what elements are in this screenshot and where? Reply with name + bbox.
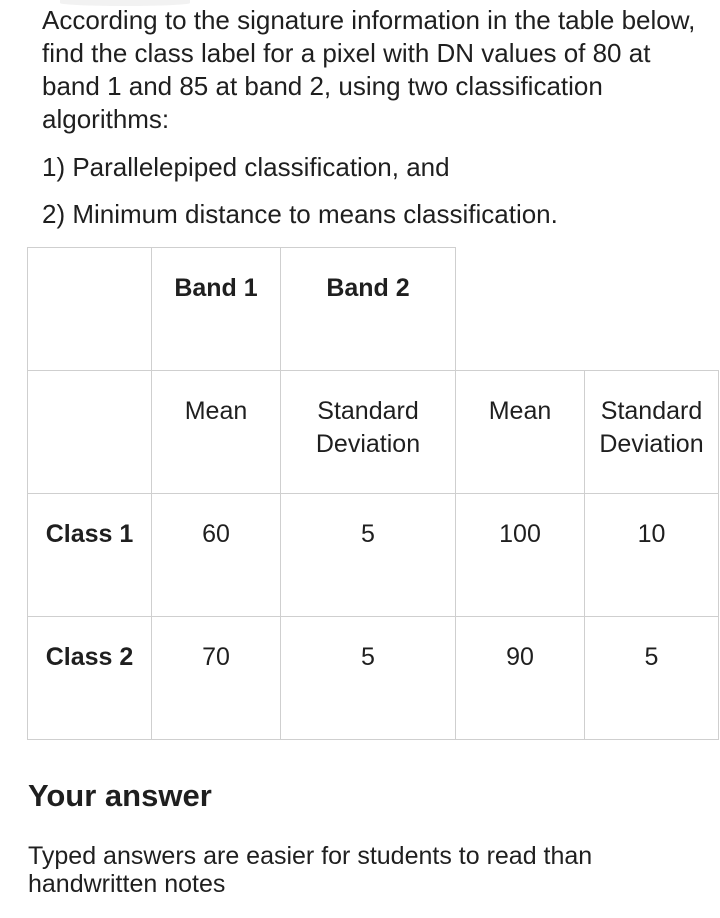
subheader-cell: Mean: [455, 370, 585, 494]
cell-text: Mean: [488, 397, 552, 425]
cell-text: Class 1: [45, 520, 134, 548]
option-1: 1) Parallelepiped classification, and: [42, 152, 450, 182]
cell-text: 5: [361, 520, 375, 548]
cell-text: 5: [361, 643, 375, 671]
table-cell: 5: [280, 493, 456, 617]
cell-text: Band 2: [326, 274, 410, 302]
cell-text: Mean: [184, 397, 248, 425]
cell-text: 100: [499, 520, 541, 548]
table-cell: 10: [584, 493, 719, 617]
subheader-cell: Mean: [151, 370, 281, 494]
table-cell: 100: [455, 493, 585, 617]
header-cell-empty: [27, 247, 152, 371]
table-cell: 5: [584, 616, 719, 740]
cell-text: 10: [637, 520, 666, 548]
cell-text: Band 1: [174, 274, 258, 302]
row-label-cell: Class 1: [27, 493, 152, 617]
cell-text: 5: [644, 643, 659, 671]
row-label-cell: Class 2: [27, 616, 152, 740]
answer-heading: Your answer: [28, 778, 212, 813]
table-cell: 60: [151, 493, 281, 617]
cell-text: 90: [506, 643, 534, 671]
cell-text: Standard Deviation: [315, 397, 421, 458]
subheader-cell: Standard Deviation: [280, 370, 456, 494]
cell-text: Standard Deviation: [599, 397, 704, 458]
subheader-cell: Standard Deviation: [584, 370, 719, 494]
option-2: 2) Minimum distance to means classificat…: [42, 199, 558, 229]
cell-text: 60: [202, 520, 230, 548]
cell-text: Class 2: [45, 643, 134, 671]
question-text: According to the signature information i…: [42, 5, 696, 134]
table-cell: 5: [280, 616, 456, 740]
header-cell-band-1: Band 1: [151, 247, 281, 371]
subheader-cell: [27, 370, 152, 494]
header-cell-band-2: Band 2: [280, 247, 456, 371]
cell-text: 70: [202, 643, 230, 671]
table-cell: 90: [455, 616, 585, 740]
table-cell: 70: [151, 616, 281, 740]
answer-hint: Typed answers are easier for students to…: [28, 842, 593, 898]
